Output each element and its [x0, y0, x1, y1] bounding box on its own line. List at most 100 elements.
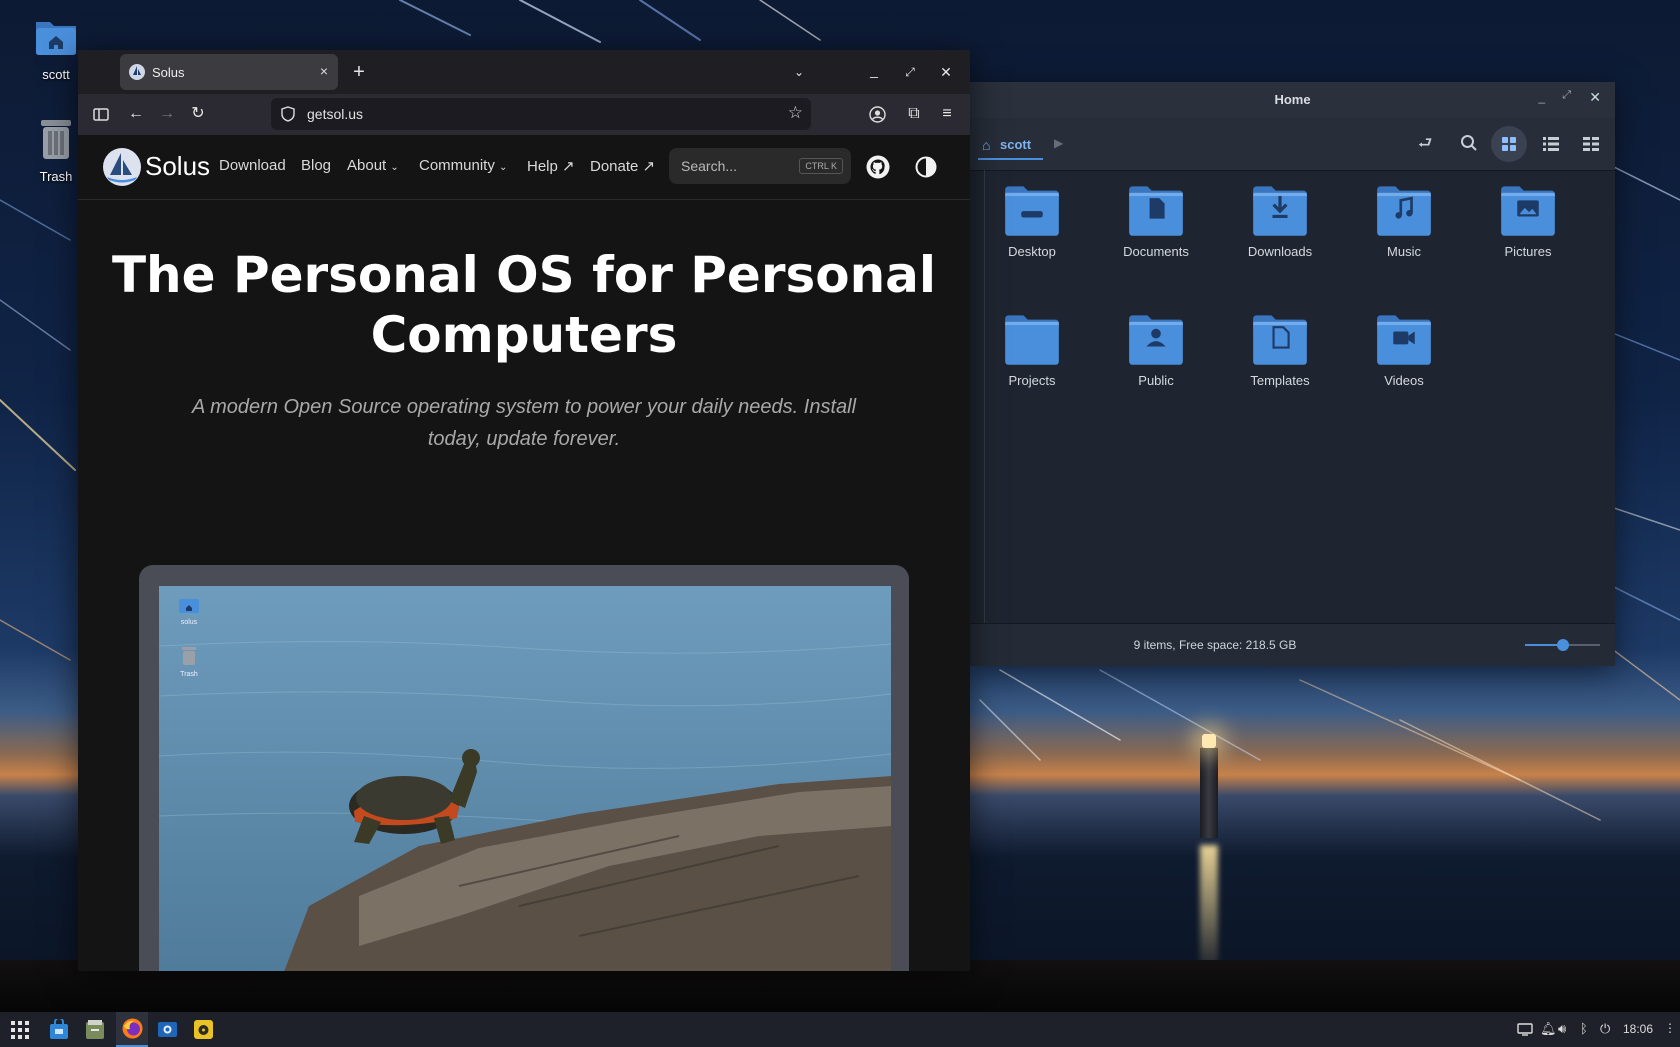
folder-label: Videos	[1384, 373, 1424, 388]
turtle-wallpaper-image	[159, 586, 891, 971]
back-button[interactable]: ←	[122, 100, 150, 128]
display-icon[interactable]	[1517, 1023, 1533, 1036]
url-bar[interactable]: getsol.us ☆	[271, 98, 811, 130]
sidebar-toggle-icon[interactable]	[93, 108, 109, 121]
folder-label: Music	[1387, 244, 1421, 259]
light-reflection	[1200, 845, 1218, 965]
breadcrumb-item-scott[interactable]: scott	[1000, 137, 1031, 152]
window-title: Home	[1274, 92, 1311, 107]
close-button[interactable]: ✕	[1589, 89, 1601, 106]
folder-videos[interactable]: Videos	[1354, 311, 1454, 388]
clock[interactable]: 18:06	[1623, 1022, 1653, 1036]
shield-icon[interactable]	[281, 106, 295, 122]
music-folder-icon	[1377, 186, 1431, 236]
site-header: Solus Download Blog About ⌄ Community ⌄ …	[78, 135, 970, 200]
github-icon[interactable]	[866, 155, 890, 179]
app-grid-icon[interactable]	[11, 1021, 29, 1039]
home-folder-icon	[179, 599, 199, 613]
folder-music[interactable]: Music	[1354, 182, 1454, 259]
folder-projects[interactable]: Projects	[982, 311, 1082, 388]
status-text: 9 items, Free space: 218.5 GB	[1133, 638, 1297, 652]
minimize-button[interactable]: _	[1538, 90, 1545, 104]
folder-label: Desktop	[1008, 244, 1056, 259]
file-manager-window: Home _ ⤢ ✕ ⌂ scott ▶ ⮐ Desktop Documents…	[970, 82, 1615, 666]
site-search[interactable]: Search... CTRL K	[669, 148, 851, 184]
nav-link-blog[interactable]: Blog	[301, 157, 331, 174]
show-desktop-icon[interactable]: ⋮	[1664, 1021, 1676, 1035]
folder-pictures[interactable]: Pictures	[1478, 182, 1578, 259]
lighthouse	[1200, 734, 1218, 838]
folder-desktop[interactable]: Desktop	[982, 182, 1082, 259]
nav-link-about[interactable]: About ⌄	[347, 157, 399, 174]
url-text[interactable]: getsol.us	[307, 106, 363, 122]
breadcrumb-active-indicator	[978, 158, 1043, 160]
zoom-slider-handle[interactable]	[1556, 639, 1569, 651]
desktop-folder-icon	[1005, 186, 1059, 236]
documents-folder-icon	[1129, 186, 1183, 236]
folder-label: Public	[1138, 373, 1174, 388]
search-icon[interactable]	[1460, 134, 1478, 152]
tab-solus[interactable]: Solus ×	[120, 54, 338, 90]
grid-view-button[interactable]	[1491, 126, 1527, 162]
notifications-bell-icon[interactable]: 🔔︎	[1540, 1021, 1557, 1037]
files-icon[interactable]	[85, 1019, 105, 1040]
power-icon[interactable]: ⏻	[1600, 1021, 1610, 1037]
new-tab-button[interactable]: +	[345, 58, 373, 86]
nav-link-community[interactable]: Community ⌄	[419, 157, 507, 174]
menu-hamburger-icon[interactable]: ≡	[933, 100, 961, 128]
tab-list-chevron-down-icon[interactable]: ⌄	[785, 58, 813, 86]
nav-link-donate[interactable]: Donate ↗	[590, 157, 655, 175]
reload-button[interactable]: ↻	[184, 100, 212, 128]
folder-label: Documents	[1123, 244, 1189, 259]
os-preview-frame: solus Trash	[139, 565, 909, 971]
folder-label: Pictures	[1504, 244, 1552, 259]
file-manager-toolbar: ⌂ scott ▶ ⮐	[970, 118, 1615, 171]
account-icon[interactable]	[869, 106, 886, 123]
home-icon: ⌂	[982, 137, 991, 153]
folder-public[interactable]: Public	[1106, 311, 1206, 388]
file-manager-titlebar[interactable]: Home _ ⤢ ✕	[970, 82, 1615, 118]
search-shortcut-badge: CTRL K	[799, 158, 843, 174]
tab-bar: Solus × + ⌄ _ ⤢ ✕	[78, 50, 970, 94]
trash-icon	[41, 120, 71, 159]
maximize-button[interactable]: ⤢	[896, 58, 924, 86]
screenshot-icon[interactable]	[157, 1019, 178, 1040]
firefox-window: Solus × + ⌄ _ ⤢ ✕ ← → ↻ getsol.us ☆ ⧉ ≡	[78, 50, 970, 971]
close-button[interactable]: ✕	[932, 58, 960, 86]
software-center-icon[interactable]	[49, 1019, 69, 1040]
preview-desktop-icon-home: solus	[177, 596, 201, 626]
forward-button[interactable]: →	[153, 100, 181, 128]
preview-desktop-icon-trash: Trash	[177, 646, 201, 678]
extensions-puzzle-icon[interactable]: ⧉	[900, 100, 928, 128]
bookmark-star-icon[interactable]: ☆	[788, 103, 803, 123]
chevron-down-icon: ⌄	[499, 162, 508, 173]
folder-label: Downloads	[1247, 244, 1313, 259]
compact-view-icon[interactable]	[1583, 137, 1599, 151]
bluetooth-icon[interactable]: ᛒ	[1580, 1021, 1588, 1036]
site-logo-text[interactable]: Solus	[145, 151, 210, 182]
rhythmbox-icon[interactable]	[193, 1019, 214, 1040]
minimize-button[interactable]: _	[860, 56, 888, 84]
folder-downloads[interactable]: Downloads	[1230, 182, 1330, 259]
os-preview-screenshot: solus Trash	[159, 586, 891, 971]
firefox-icon	[122, 1018, 143, 1039]
zoom-slider[interactable]	[1525, 639, 1600, 651]
tab-close-button[interactable]: ×	[320, 63, 328, 79]
folder-documents[interactable]: Documents	[1106, 182, 1206, 259]
nav-about-label: About	[347, 157, 387, 174]
volume-icon[interactable]: 🔊︎	[1558, 1021, 1566, 1037]
maximize-button[interactable]: ⤢	[1562, 89, 1571, 102]
folder-templates[interactable]: Templates	[1230, 311, 1330, 388]
chevron-down-icon: ⌄	[390, 162, 399, 173]
firefox-task-active[interactable]	[116, 1012, 148, 1047]
breadcrumb-arrow-icon[interactable]: ▶	[1054, 136, 1063, 150]
nav-link-download[interactable]: Download	[219, 157, 286, 174]
nav-link-help[interactable]: Help ↗	[527, 157, 575, 175]
list-view-icon[interactable]	[1543, 137, 1559, 151]
solus-logo-icon[interactable]	[102, 147, 142, 187]
history-back-icon[interactable]: ⮐	[1418, 132, 1432, 159]
folder-label: Templates	[1250, 373, 1310, 388]
nav-community-label: Community	[419, 157, 495, 174]
pictures-folder-icon	[1501, 186, 1555, 236]
theme-toggle-icon[interactable]	[915, 156, 937, 178]
